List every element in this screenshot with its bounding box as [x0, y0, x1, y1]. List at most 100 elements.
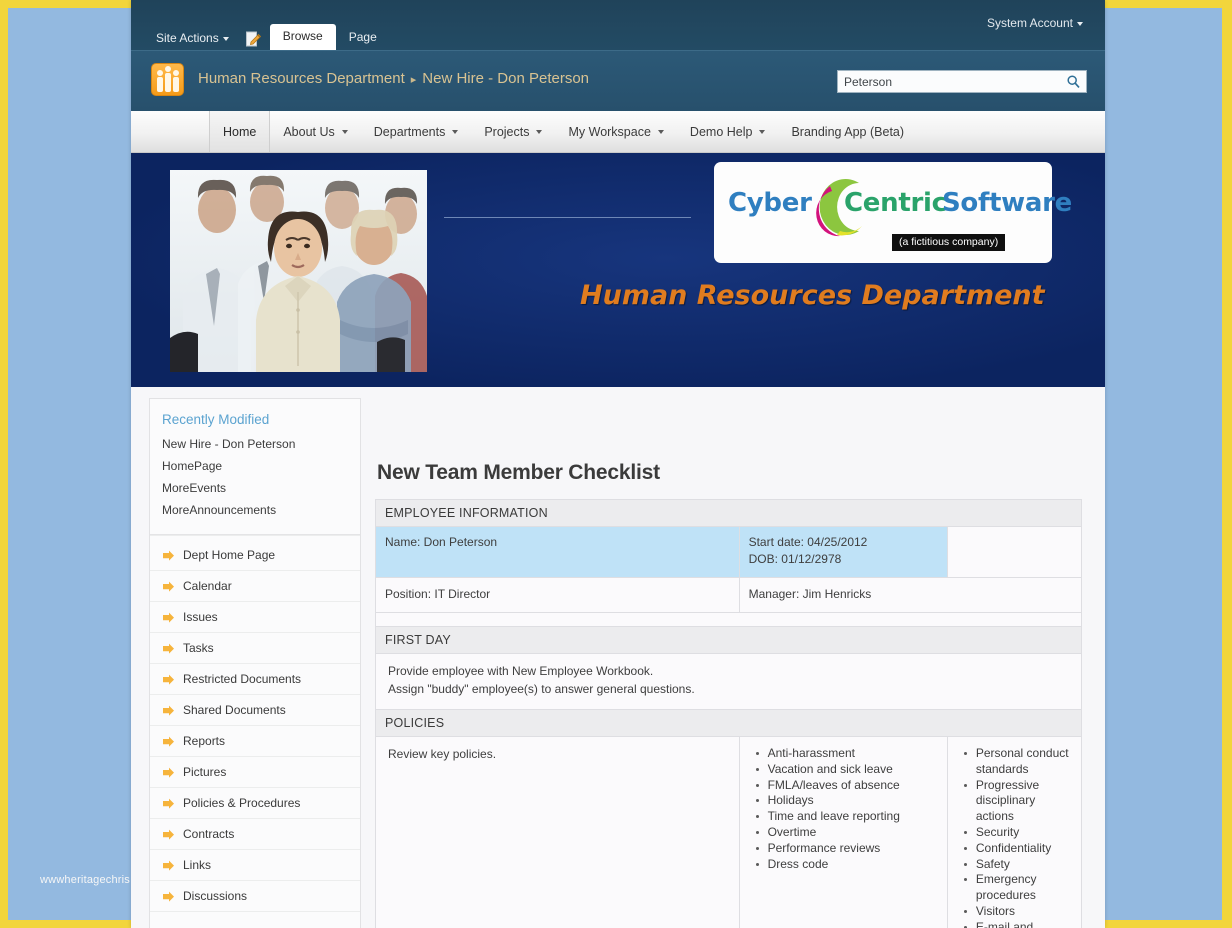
- sidebar-item-tasks[interactable]: Tasks: [150, 633, 360, 664]
- dob-line: DOB: 01/12/2978: [748, 552, 842, 567]
- sidebar-item-reports[interactable]: Reports: [150, 726, 360, 757]
- nav-item-projects[interactable]: Projects: [471, 111, 555, 152]
- site-title-band: Human Resources Department ▸ New Hire - Do…: [131, 50, 1105, 111]
- recent-item-new-hire[interactable]: New Hire - Don Peterson: [150, 433, 360, 455]
- browser-page: Site Actions Browse Page System Account: [131, 0, 1105, 928]
- section-header-policies: POLICIES: [375, 708, 1082, 737]
- search-icon[interactable]: [1060, 71, 1086, 92]
- list-item: Overtime: [755, 825, 938, 841]
- tab-browse[interactable]: Browse: [269, 24, 336, 50]
- recently-modified-section: Recently Modified New Hire - Don Peterso…: [150, 399, 360, 530]
- arrow-right-icon: [162, 860, 175, 871]
- sidebar-item-pictures[interactable]: Pictures: [150, 757, 360, 788]
- nav-item-about-us[interactable]: About Us: [270, 111, 360, 152]
- list-item: Visitors: [963, 904, 1072, 920]
- nav-label: Projects: [484, 124, 530, 139]
- sidebar-item-issues[interactable]: Issues: [150, 602, 360, 633]
- arrow-right-icon: [162, 674, 175, 685]
- employee-position-cell: Position: IT Director: [375, 576, 740, 614]
- recently-modified-heading: Recently Modified: [162, 412, 270, 427]
- list-item: Anti-harassment: [755, 746, 938, 762]
- tab-page[interactable]: Page: [336, 25, 390, 50]
- list-item: Holidays: [755, 793, 938, 809]
- employee-dates-cell: Start date: 04/25/2012 DOB: 01/12/2978: [738, 526, 948, 578]
- breadcrumb-site-link[interactable]: Human Resources Department: [198, 70, 405, 87]
- table-row: Provide employee with New Employee Workb…: [375, 653, 1082, 710]
- people-site-icon[interactable]: [151, 63, 184, 96]
- chevron-down-icon: [536, 129, 543, 134]
- site-actions-menu[interactable]: Site Actions: [149, 28, 236, 50]
- breadcrumb-separator-icon: ▸: [410, 74, 417, 86]
- nav-label: Home: [223, 124, 257, 139]
- policies-lead-cell: Review key policies.: [375, 735, 740, 928]
- nav-item-my-workspace[interactable]: My Workspace: [555, 111, 676, 152]
- policies-list-1: Anti-harassment Vacation and sick leave …: [749, 746, 938, 872]
- sidebar-item-label: Tasks: [183, 641, 214, 655]
- sidebar-item-shared-documents[interactable]: Shared Documents: [150, 695, 360, 726]
- main-content: New Team Member Checklist EMPLOYEE INFOR…: [361, 387, 1105, 928]
- sidebar-item-label: Contracts: [183, 827, 235, 841]
- sidebar-item-label: Restricted Documents: [183, 672, 302, 686]
- sidebar-item-label: Issues: [183, 610, 218, 624]
- start-date-line: Start date: 04/25/2012: [748, 535, 868, 549]
- logo-word-centric: Centric: [844, 188, 947, 218]
- checklist-table: EMPLOYEE INFORMATION Name: Don Peterson …: [375, 499, 1083, 928]
- sidebar-item-label: Calendar: [183, 579, 232, 593]
- nav-item-departments[interactable]: Departments: [361, 111, 472, 152]
- policies-column-2: Personal conduct standards Progressive d…: [946, 735, 1083, 928]
- nav-label: About Us: [283, 124, 335, 139]
- recent-item-moreannouncements[interactable]: MoreAnnouncements: [150, 499, 360, 521]
- sharepoint-ribbon: Site Actions Browse Page System Account: [131, 0, 1105, 50]
- list-item: Safety: [963, 857, 1072, 873]
- list-item: Personal conduct standards: [963, 746, 1072, 778]
- system-account-menu[interactable]: System Account: [987, 16, 1083, 30]
- policies-column-1: Anti-harassment Vacation and sick leave …: [738, 735, 948, 928]
- nav-item-branding-app[interactable]: Branding App (Beta): [778, 111, 917, 152]
- sidebar-item-label: Discussions: [183, 889, 248, 903]
- business-team-photo: [170, 170, 427, 372]
- logo-word-software: Software: [942, 188, 1072, 218]
- chevron-down-icon: [759, 129, 766, 134]
- sidebar-item-calendar[interactable]: Calendar: [150, 571, 360, 602]
- chevron-down-icon: [657, 129, 664, 134]
- sidebar-item-links[interactable]: Links: [150, 850, 360, 881]
- breadcrumb-current: New Hire - Don Peterson: [422, 70, 590, 87]
- list-item: Confidentiality: [963, 841, 1072, 857]
- search-input[interactable]: [838, 71, 1060, 92]
- edit-page-icon[interactable]: [243, 29, 263, 49]
- list-item: Dress code: [755, 857, 938, 873]
- nav-item-demo-help[interactable]: Demo Help: [677, 111, 779, 152]
- sidebar-item-dept-home-page[interactable]: Dept Home Page: [150, 535, 360, 571]
- list-item: Progressive disciplinary actions: [963, 778, 1072, 825]
- recent-item-moreevents[interactable]: MoreEvents: [150, 477, 360, 499]
- table-row: Review key policies. Anti-harassment Vac…: [375, 735, 1083, 928]
- arrow-right-icon: [162, 767, 175, 778]
- nav-item-home[interactable]: Home: [209, 111, 271, 152]
- sidebar-item-policies-procedures[interactable]: Policies & Procedures: [150, 788, 360, 819]
- list-item: Security: [963, 825, 1072, 841]
- first-day-body: Provide employee with New Employee Workb…: [375, 653, 1082, 710]
- section-header-label: EMPLOYEE INFORMATION: [375, 499, 1082, 527]
- sidebar-item-contracts[interactable]: Contracts: [150, 819, 360, 850]
- first-day-line-2: Assign "buddy" employee(s) to answer gen…: [388, 681, 695, 696]
- nav-label: Branding App (Beta): [791, 124, 905, 139]
- arrow-right-icon: [162, 550, 175, 561]
- sidebar-item-discussions[interactable]: Discussions: [150, 881, 360, 912]
- sidebar-item-label: Shared Documents: [183, 703, 286, 717]
- page-title: New Team Member Checklist: [377, 461, 660, 484]
- arrow-right-icon: [162, 829, 175, 840]
- list-item: Emergency procedures: [963, 872, 1072, 904]
- section-header-label: POLICIES: [375, 708, 1082, 737]
- search-box[interactable]: [837, 70, 1087, 93]
- list-item: FMLA/leaves of absence: [755, 778, 938, 794]
- section-header-label: FIRST DAY: [375, 626, 1082, 655]
- banner-title: Human Resources Department: [580, 280, 1045, 311]
- hero-banner: Cyber Centric Software (a fictitious com…: [131, 153, 1105, 387]
- employee-manager-cell: Manager: Jim Henricks: [738, 576, 1083, 614]
- banner-divider: [444, 217, 691, 218]
- sidebar-item-restricted-documents[interactable]: Restricted Documents: [150, 664, 360, 695]
- recent-item-homepage[interactable]: HomePage: [150, 455, 360, 477]
- table-row: Name: Don Peterson Start date: 04/25/201…: [375, 526, 1083, 578]
- sidebar-item-label: Reports: [183, 734, 226, 748]
- logo-word-cyber: Cyber: [728, 188, 812, 218]
